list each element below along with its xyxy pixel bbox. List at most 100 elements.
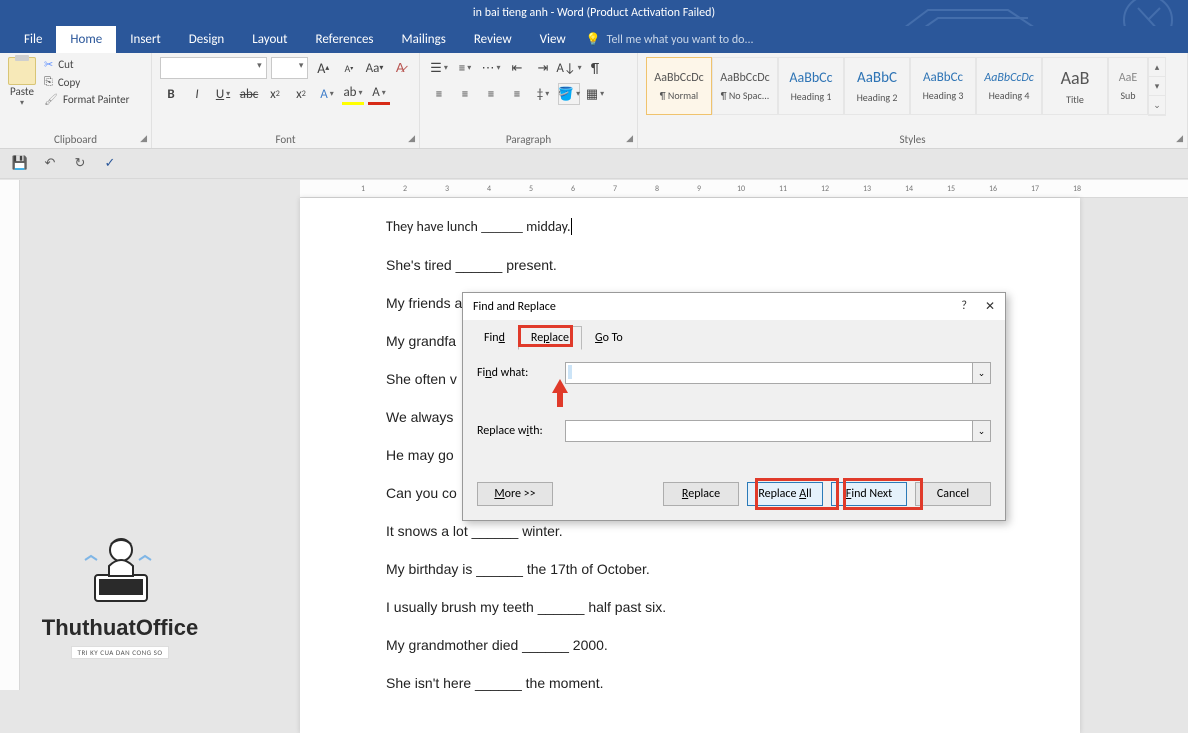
strikethrough-button[interactable]: abc xyxy=(238,83,260,105)
spellcheck-button[interactable]: ✓ xyxy=(100,154,120,174)
close-button[interactable]: ✕ xyxy=(985,299,995,314)
dialog-tab-replace[interactable]: Replace xyxy=(518,326,582,350)
style-heading1[interactable]: AaBbCcHeading 1 xyxy=(778,57,844,115)
help-button[interactable]: ? xyxy=(961,299,967,314)
find-replace-dialog: Find and Replace ? ✕ Find Replace Go To … xyxy=(462,292,1006,521)
style-heading4[interactable]: AaBbCcDcHeading 4 xyxy=(976,57,1042,115)
align-right-button[interactable]: ≡ xyxy=(480,83,502,105)
change-case-button[interactable]: Aa▾ xyxy=(364,57,386,79)
tab-home[interactable]: Home xyxy=(56,26,116,53)
tab-insert[interactable]: Insert xyxy=(116,26,175,53)
group-label-font: Font xyxy=(160,131,411,146)
paragraph-launcher[interactable]: ◢ xyxy=(626,133,633,144)
cut-button[interactable]: ✂Cut xyxy=(42,57,131,72)
find-next-button[interactable]: Find Next xyxy=(831,482,907,506)
borders-button[interactable]: ▦ xyxy=(584,83,606,105)
doc-line: I usually brush my teeth ______ half pas… xyxy=(386,599,994,615)
tell-me-text: Tell me what you want to do... xyxy=(607,33,754,47)
tab-file[interactable]: File xyxy=(10,26,56,53)
style-normal[interactable]: AaBbCcDc¶ Normal xyxy=(646,57,712,115)
italic-button[interactable]: I xyxy=(186,83,208,105)
window-title: in bai tieng anh - Word (Product Activat… xyxy=(473,6,715,20)
find-what-input[interactable]: ⌄ xyxy=(565,362,991,384)
cancel-button[interactable]: Cancel xyxy=(915,482,991,506)
tell-me[interactable]: 💡 Tell me what you want to do... xyxy=(586,26,754,53)
font-size-combo[interactable] xyxy=(271,57,309,79)
styles-gallery-expand[interactable]: ▴▾⌄ xyxy=(1148,57,1166,116)
dialog-tab-find[interactable]: Find xyxy=(471,326,518,350)
tab-design[interactable]: Design xyxy=(175,26,238,53)
group-label-paragraph: Paragraph xyxy=(428,131,629,146)
group-label-clipboard: Clipboard xyxy=(8,131,143,146)
copy-icon: ⎘ xyxy=(44,75,53,89)
numbering-button[interactable]: ≡ xyxy=(454,57,476,79)
style-heading3[interactable]: AaBbCcHeading 3 xyxy=(910,57,976,115)
sort-button[interactable]: A↓ xyxy=(558,57,580,79)
tab-review[interactable]: Review xyxy=(460,26,526,53)
style-nospacing[interactable]: AaBbCcDc¶ No Spac... xyxy=(712,57,778,115)
superscript-button[interactable]: x2 xyxy=(290,83,312,105)
format-painter-button[interactable]: 🖌Format Painter xyxy=(42,92,131,107)
doc-line: She isn't here ______ the moment. xyxy=(386,675,994,691)
tab-mailings[interactable]: Mailings xyxy=(388,26,460,53)
scissors-icon: ✂ xyxy=(44,58,53,71)
dialog-tabs: Find Replace Go To xyxy=(463,320,1005,350)
find-what-label: Find what: xyxy=(477,366,557,380)
text-effects-button[interactable]: A xyxy=(316,83,338,105)
bullets-button[interactable]: ☰ xyxy=(428,57,450,79)
tab-references[interactable]: References xyxy=(302,26,388,53)
shading-button[interactable]: 🪣 xyxy=(558,83,580,105)
title-decoration xyxy=(848,0,1188,26)
group-label-styles: Styles xyxy=(646,131,1179,146)
align-left-button[interactable]: ≡ xyxy=(428,83,450,105)
save-button[interactable]: 💾 xyxy=(10,154,30,174)
quick-access-toolbar: 💾 ↶ ↻ ✓ xyxy=(0,149,1188,179)
more-button[interactable]: More >> xyxy=(477,482,553,506)
replace-with-dropdown[interactable]: ⌄ xyxy=(972,421,990,441)
decrease-indent-button[interactable]: ⇤ xyxy=(506,57,528,79)
redo-button[interactable]: ↻ xyxy=(70,154,90,174)
doc-line: My grandmother died ______ 2000. xyxy=(386,637,994,653)
replace-button[interactable]: Replace xyxy=(663,482,739,506)
doc-line: She's tired ______ present. xyxy=(386,257,994,273)
show-marks-button[interactable]: ¶ xyxy=(584,57,606,79)
paste-button[interactable]: Paste ▾ xyxy=(8,57,36,108)
subscript-button[interactable]: x2 xyxy=(264,83,286,105)
style-subtitle[interactable]: AaESub xyxy=(1108,57,1148,115)
font-color-button[interactable]: A xyxy=(368,83,390,105)
multilevel-button[interactable]: ⋯ xyxy=(480,57,502,79)
doc-line: It snows a lot ______ winter. xyxy=(386,523,994,539)
replace-with-label: Replace with: xyxy=(477,424,557,438)
line-spacing-button[interactable]: ‡ xyxy=(532,83,554,105)
shrink-font-button[interactable]: A▾ xyxy=(338,57,360,79)
replace-all-button[interactable]: Replace All xyxy=(747,482,823,506)
clipboard-launcher[interactable]: ◢ xyxy=(140,133,147,144)
align-center-button[interactable]: ≡ xyxy=(454,83,476,105)
replace-with-input[interactable]: ⌄ xyxy=(565,420,991,442)
find-what-dropdown[interactable]: ⌄ xyxy=(972,363,990,383)
undo-button[interactable]: ↶ xyxy=(40,154,60,174)
annotation-arrow-icon xyxy=(550,379,570,407)
watermark-sub: TRI KY CUA DAN CONG SO xyxy=(71,646,170,659)
copy-button[interactable]: ⎘Copy xyxy=(42,74,131,90)
grow-font-button[interactable]: A▴ xyxy=(312,57,334,79)
styles-gallery[interactable]: AaBbCcDc¶ Normal AaBbCcDc¶ No Spac... Aa… xyxy=(646,57,1179,116)
styles-launcher[interactable]: ◢ xyxy=(1176,133,1183,144)
style-heading2[interactable]: AaBbCHeading 2 xyxy=(844,57,910,115)
tab-layout[interactable]: Layout xyxy=(238,26,301,53)
bold-button[interactable]: B xyxy=(160,83,182,105)
highlight-button[interactable]: ab xyxy=(342,83,364,105)
style-title[interactable]: AaBTitle xyxy=(1042,57,1108,115)
clipboard-icon xyxy=(8,57,36,85)
justify-button[interactable]: ≡ xyxy=(506,83,528,105)
font-launcher[interactable]: ◢ xyxy=(408,133,415,144)
tab-view[interactable]: View xyxy=(526,26,580,53)
dialog-title-bar[interactable]: Find and Replace ? ✕ xyxy=(463,293,1005,320)
clear-formatting-button[interactable]: A̷ xyxy=(389,57,411,79)
underline-button[interactable]: U xyxy=(212,83,234,105)
increase-indent-button[interactable]: ⇥ xyxy=(532,57,554,79)
font-name-combo[interactable] xyxy=(160,57,267,79)
doc-line: They have lunch ______ midday. xyxy=(386,218,994,235)
dialog-tab-goto[interactable]: Go To xyxy=(582,326,636,350)
horizontal-ruler[interactable]: 1 2 3 4 5 6 7 8 9 10 11 12 13 14 15 16 1… xyxy=(300,180,1188,198)
